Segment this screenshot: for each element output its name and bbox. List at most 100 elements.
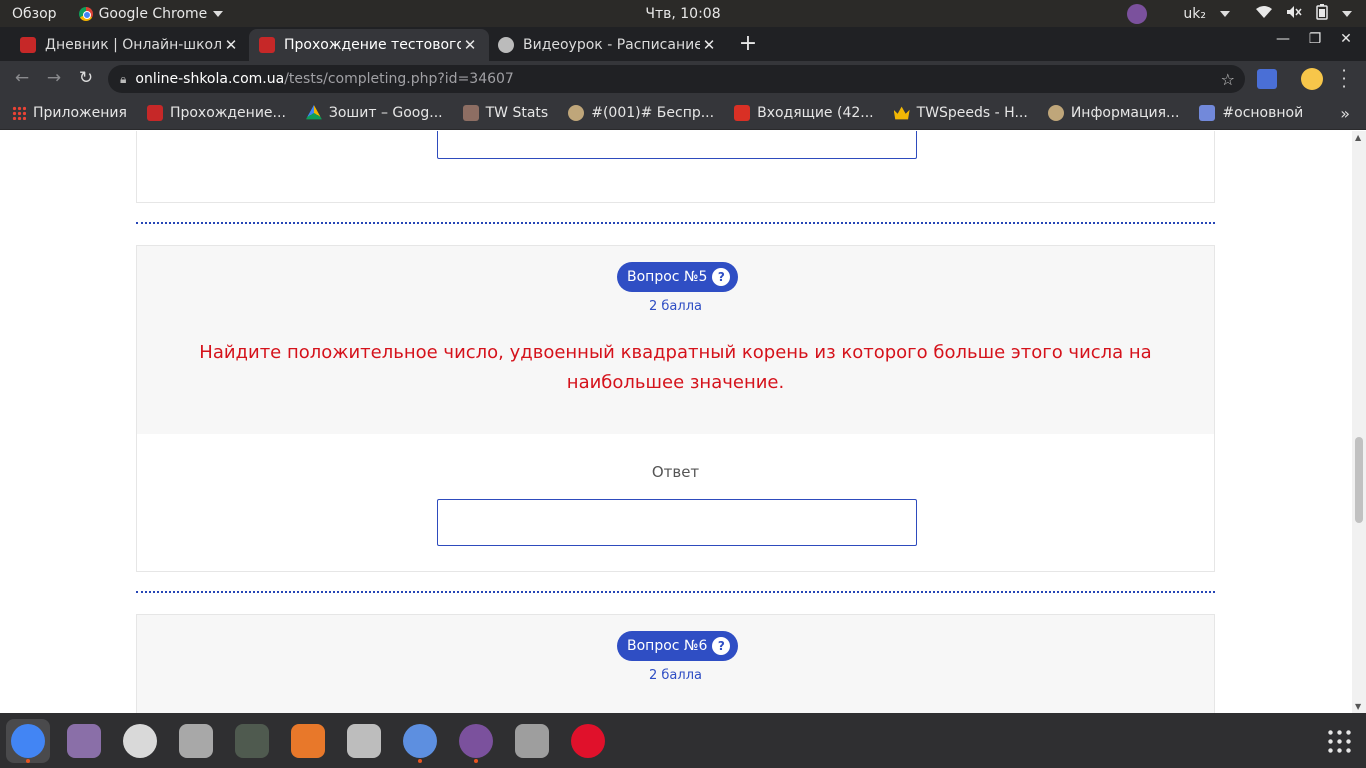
dock-launcher[interactable] <box>342 719 386 763</box>
app-menu[interactable]: Google Chrome <box>78 6 224 22</box>
bookmark-label: Информация... <box>1070 105 1180 121</box>
camera-icon <box>347 724 381 758</box>
calculator-icon <box>235 724 269 758</box>
running-indicator <box>26 759 30 763</box>
answer-input-q5[interactable] <box>437 499 917 546</box>
reload-button[interactable]: ↻ <box>75 68 97 88</box>
bookmark-label: Приложения <box>33 105 127 121</box>
bookmark-discord-main[interactable]: #основной <box>1199 105 1303 121</box>
bookmark-google-notebook[interactable]: Зошит – Goog... <box>305 105 443 121</box>
battery-icon[interactable] <box>1316 3 1328 24</box>
apps-grid-icon <box>12 106 26 120</box>
tab-title: Дневник | Онлайн-школа <box>45 37 222 53</box>
tw-stats-icon <box>462 105 479 121</box>
question-5-badge: Вопрос №5 ? <box>617 262 739 292</box>
bookmark-twspeeds[interactable]: TWSpeeds - H... <box>893 105 1028 121</box>
gmail-icon <box>734 105 751 121</box>
tab-favicon-icon <box>20 37 36 53</box>
dock-launcher[interactable] <box>398 719 442 763</box>
page-scrollbar[interactable]: ▲ ▼ <box>1352 131 1366 713</box>
viber-tray-icon[interactable] <box>1127 3 1148 24</box>
show-applications-icon[interactable] <box>1326 728 1352 754</box>
answer-input-q4[interactable] <box>437 131 917 159</box>
chevron-down-icon[interactable] <box>1342 10 1352 17</box>
forward-button[interactable]: → <box>43 68 65 88</box>
tab-video-lesson[interactable]: Видеоурок - Расписание ✕ <box>488 29 728 61</box>
translate-icon[interactable] <box>1257 69 1277 89</box>
help-icon[interactable]: ? <box>712 637 731 655</box>
close-icon[interactable]: ✕ <box>461 36 479 54</box>
bookmark-label: TW Stats <box>485 105 549 121</box>
webcam-icon <box>123 724 157 758</box>
bookmark-label: Входящие (42... <box>757 105 874 121</box>
question-6-badge: Вопрос №6 ? <box>617 631 739 661</box>
tab-diary[interactable]: Дневник | Онлайн-школа ✕ <box>10 29 250 61</box>
dock-launcher[interactable] <box>566 719 610 763</box>
bookmark-test-completion[interactable]: Прохождение... <box>146 105 286 121</box>
chrome-logo-icon <box>78 6 93 21</box>
chrome-menu-icon[interactable]: · · · <box>1338 63 1350 95</box>
volume-muted-icon[interactable] <box>1286 5 1302 23</box>
tab-test-completion[interactable]: Прохождение тестового ✕ <box>249 29 489 61</box>
maximize-window-icon[interactable]: ❐ <box>1305 31 1325 47</box>
dock-launcher[interactable] <box>6 719 50 763</box>
close-window-icon[interactable]: ✕ <box>1336 31 1356 47</box>
question-divider <box>136 222 1215 224</box>
bookmark-info[interactable]: Информация... <box>1047 105 1180 121</box>
profile-avatar[interactable] <box>1301 68 1323 90</box>
bookmark-star-icon[interactable]: ☆ <box>1221 70 1235 89</box>
bookmark-label: #(001)# Беспр... <box>591 105 715 121</box>
dock-launcher[interactable] <box>454 719 498 763</box>
more-bookmarks-icon[interactable]: » <box>1340 104 1350 123</box>
question-number: Вопрос №6 <box>627 638 708 654</box>
dock-launcher[interactable] <box>510 719 554 763</box>
back-button[interactable]: ← <box>11 68 33 88</box>
files-icon <box>179 724 213 758</box>
tw-icon <box>1047 105 1064 121</box>
page-viewport: Вопрос №5 ? 2 балла Найдите положительно… <box>0 131 1352 713</box>
bookmark-label: Зошит – Goog... <box>328 105 443 121</box>
globe-icon <box>498 37 514 53</box>
address-bar[interactable]: 🔒︎ online-shkola.com.ua/tests/completing… <box>108 65 1245 93</box>
viber-icon <box>459 724 493 758</box>
dock-launcher[interactable] <box>286 719 330 763</box>
tab-favicon-icon <box>259 37 275 53</box>
bookmark-gmail-inbox[interactable]: Входящие (42... <box>734 105 874 121</box>
lock-icon[interactable]: 🔒︎ <box>120 72 126 87</box>
bookmark-label: Прохождение... <box>169 105 286 121</box>
software-center-icon <box>291 724 325 758</box>
new-tab-button[interactable]: + <box>737 31 759 56</box>
browser-toolbar: ← → ↻ 🔒︎ online-shkola.com.ua/tests/comp… <box>0 61 1366 97</box>
dock-launcher[interactable] <box>174 719 218 763</box>
bookmark-apps[interactable]: Приложения <box>0 105 127 121</box>
close-icon[interactable]: ✕ <box>700 36 718 54</box>
bookmark-tw-stats[interactable]: TW Stats <box>462 105 549 121</box>
bookmark-tw-world[interactable]: #(001)# Беспр... <box>568 105 714 121</box>
dock-launcher[interactable] <box>230 719 274 763</box>
bookmarks-bar: Приложения Прохождение... Зошит – Goog..… <box>0 97 1366 130</box>
question-5-text: Найдите положительное число, удвоенный к… <box>199 342 1152 393</box>
scrollbar-thumb[interactable] <box>1355 437 1363 523</box>
google-drive-icon <box>305 105 322 120</box>
keyboard-layout[interactable]: uk₂ <box>1183 6 1206 22</box>
wifi-icon[interactable] <box>1256 5 1272 23</box>
dock-launcher[interactable] <box>118 719 162 763</box>
school-icon <box>146 105 163 121</box>
bookmark-label: TWSpeeds - H... <box>916 105 1028 121</box>
url-host: online-shkola.com.ua <box>135 71 285 87</box>
tab-strip: Дневник | Онлайн-школа ✕ Прохождение тес… <box>0 27 1366 61</box>
scroll-down-icon[interactable]: ▼ <box>1355 702 1361 711</box>
activities-overview[interactable]: Обзор <box>12 6 57 22</box>
question-5-header: Вопрос №5 ? 2 балла Найдите положительно… <box>137 246 1214 434</box>
tab-title: Видеоурок - Расписание <box>523 37 700 53</box>
dock-launcher[interactable] <box>62 719 106 763</box>
running-indicator <box>418 759 422 763</box>
minimize-window-icon[interactable]: — <box>1273 31 1293 47</box>
help-icon[interactable]: ? <box>712 268 731 286</box>
image-viewer-icon <box>67 724 101 758</box>
scroll-up-icon[interactable]: ▲ <box>1355 133 1361 142</box>
dock <box>0 713 1366 768</box>
answer-label: Ответ <box>651 463 700 481</box>
question-number: Вопрос №5 <box>627 269 708 285</box>
close-icon[interactable]: ✕ <box>222 36 240 54</box>
